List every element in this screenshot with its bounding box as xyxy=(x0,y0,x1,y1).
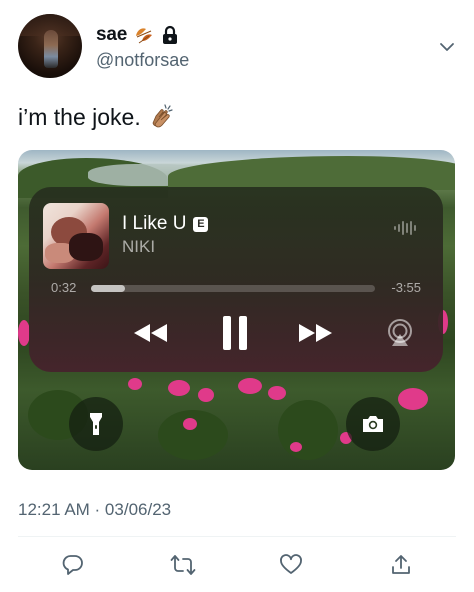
display-name[interactable]: sae xyxy=(96,24,127,46)
flashlight-icon xyxy=(90,413,102,435)
song-title-row: I Like U E xyxy=(122,213,209,235)
tweet-timestamp[interactable]: 12:21 AM · 03/06/23 xyxy=(18,500,171,520)
explicit-badge: E xyxy=(193,216,209,232)
reply-button[interactable] xyxy=(58,550,88,580)
avatar[interactable] xyxy=(18,14,82,78)
album-art[interactable] xyxy=(43,203,109,269)
camera-button[interactable] xyxy=(346,397,400,451)
tweet-body: i’m the joke. xyxy=(18,103,141,130)
tweet-header: sae @notforsae xyxy=(18,14,458,80)
camera-icon xyxy=(363,416,383,432)
share-icon xyxy=(392,555,410,574)
chevron-down-icon[interactable] xyxy=(438,38,456,56)
flashlight-button[interactable] xyxy=(69,397,123,451)
tweet-media-image[interactable]: I Like U E NIKI 0:32 -3:55 xyxy=(18,150,455,470)
playback-scrubber[interactable] xyxy=(91,285,375,292)
handle[interactable]: @notforsae xyxy=(96,50,189,71)
rewind-button[interactable] xyxy=(129,315,173,351)
rewind-icon xyxy=(134,324,167,342)
reply-icon xyxy=(62,555,83,575)
retweet-icon xyxy=(170,555,196,575)
airplay-button[interactable] xyxy=(383,315,417,351)
fallen-leaf-icon xyxy=(133,24,155,46)
tweet-text: i’m the joke. xyxy=(18,102,177,132)
airplay-icon xyxy=(388,319,412,346)
share-button[interactable] xyxy=(386,550,416,580)
tweet-actions xyxy=(0,546,474,586)
name-row: sae xyxy=(96,24,179,46)
scrubber-progress xyxy=(91,285,126,292)
pause-button[interactable] xyxy=(215,315,255,351)
waveform-icon xyxy=(393,219,417,237)
song-title: I Like U xyxy=(122,213,187,234)
pause-icon xyxy=(223,316,247,350)
divider xyxy=(18,536,456,537)
like-button[interactable] xyxy=(276,550,306,580)
artist-name: NIKI xyxy=(122,237,156,256)
now-playing-widget: I Like U E NIKI 0:32 -3:55 xyxy=(29,187,443,372)
fast-forward-button[interactable] xyxy=(293,315,337,351)
fast-forward-icon xyxy=(299,324,332,342)
lock-icon xyxy=(161,25,179,45)
clapping-hands-icon xyxy=(147,102,177,132)
retweet-button[interactable] xyxy=(168,550,198,580)
time-remaining: -3:55 xyxy=(391,280,421,295)
time-elapsed: 0:32 xyxy=(51,280,77,295)
like-icon xyxy=(280,554,302,574)
